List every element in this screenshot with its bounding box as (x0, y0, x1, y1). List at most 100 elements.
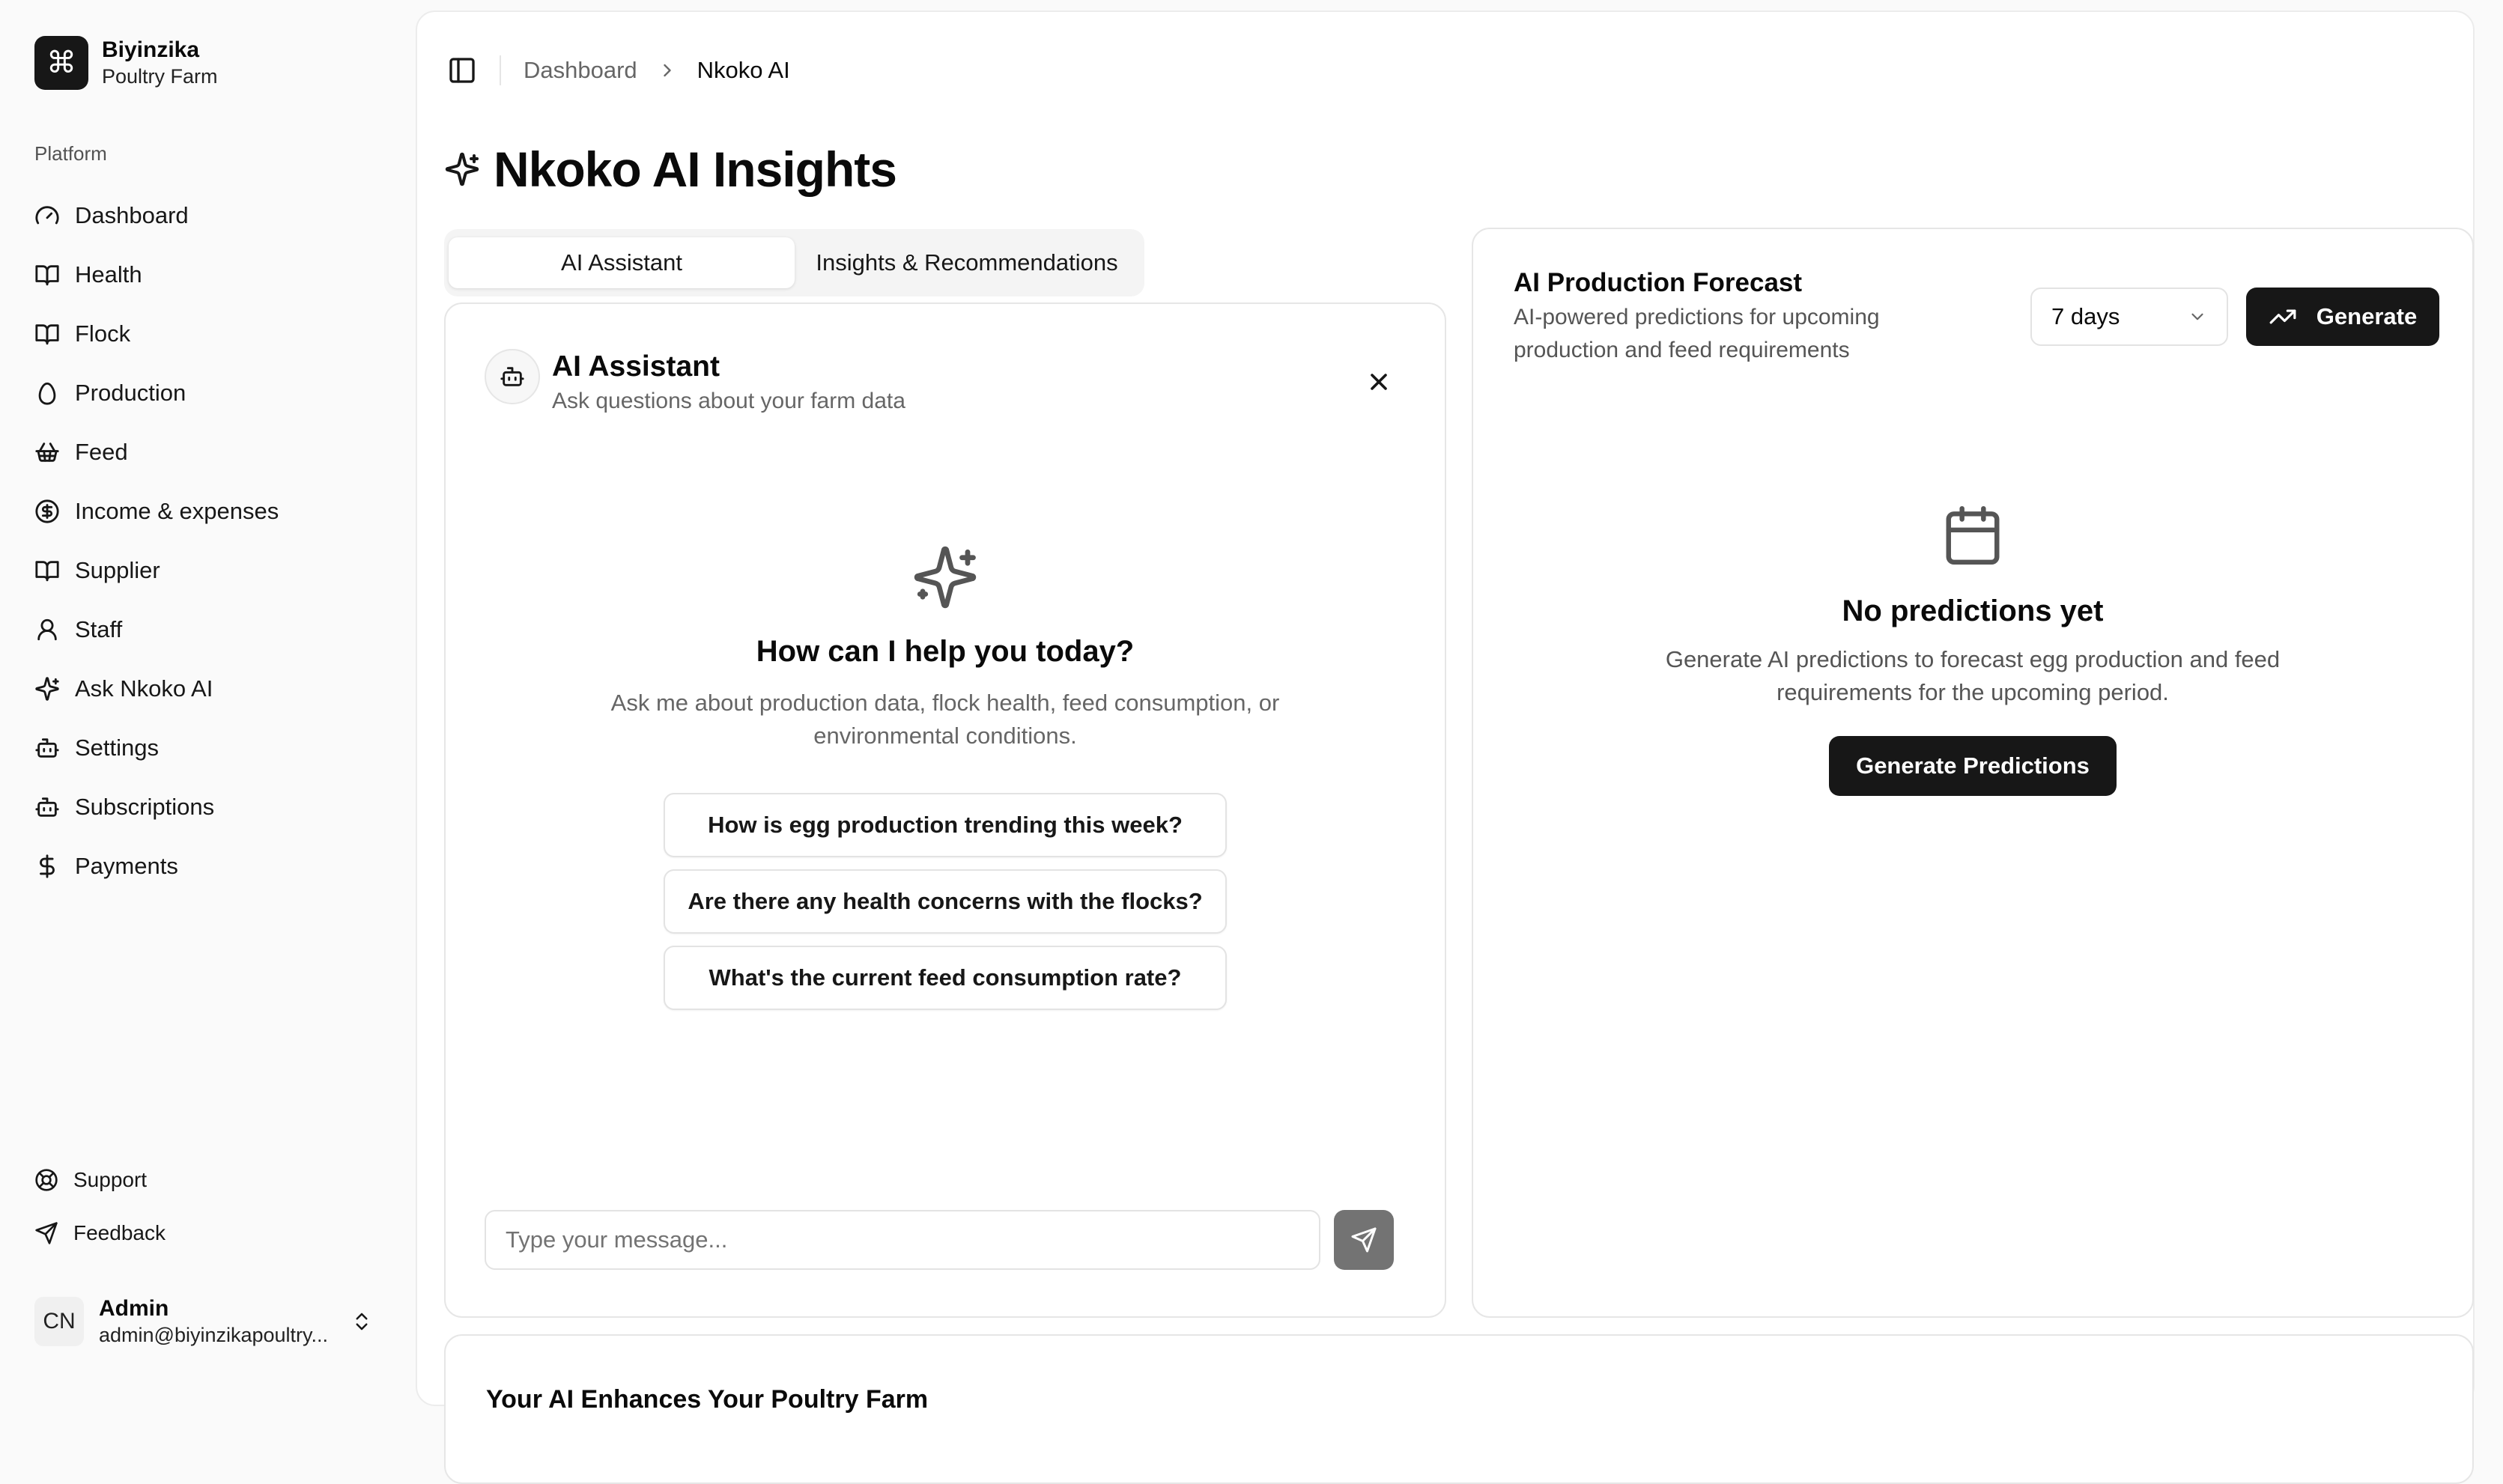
book-open-icon (35, 264, 59, 285)
suggestion-button[interactable]: What's the current feed consumption rate… (664, 946, 1227, 1010)
suggestion-button[interactable]: How is egg production trending this week… (664, 793, 1227, 857)
sidebar: ⌘ Biyinzika Poultry Farm Platform Dashbo… (0, 0, 416, 1382)
bot-icon (500, 367, 524, 386)
sidebar-item-dashboard[interactable]: Dashboard (34, 186, 394, 245)
suggestion-list: How is egg production trending this week… (446, 793, 1445, 1022)
book-open-icon (35, 560, 59, 581)
user-name: Admin (99, 1296, 169, 1321)
sidebar-item-label: Income & expenses (75, 497, 279, 524)
ai-assistant-card: AI Assistant Ask questions about your fa… (444, 302, 1446, 1318)
breadcrumb-current: Nkoko AI (697, 57, 790, 83)
sidebar-item-ask-nkoko-ai[interactable]: Ask Nkoko AI (34, 659, 394, 718)
assistant-title: AI Assistant (552, 350, 720, 383)
command-icon: ⌘ (34, 36, 88, 90)
sidebar-item-production[interactable]: Production (34, 363, 394, 422)
empty-state-description: Ask me about production data, flock heal… (610, 690, 1280, 749)
topbar: Dashboard Nkoko AI (447, 49, 790, 91)
bot-icon (35, 797, 59, 817)
sidebar-footer-nav: Support Feedback (34, 1153, 394, 1259)
main-panel: Dashboard Nkoko AI Nkoko AI Insights AI … (416, 10, 2475, 1484)
breadcrumb-link-dashboard[interactable]: Dashboard (524, 57, 637, 84)
sidebar-nav: Dashboard Health Flock Production Feed I… (34, 186, 394, 895)
tabs-list: AI Assistant Insights & Recommendations (444, 229, 1144, 297)
sidebar-item-support[interactable]: Support (34, 1153, 394, 1206)
no-predictions-title: No predictions yet (1842, 594, 2104, 627)
send-button[interactable] (1334, 1210, 1394, 1270)
assistant-header: AI Assistant Ask questions about your fa… (485, 349, 905, 418)
ai-enhancement-title: Your AI Enhances Your Poultry Farm (486, 1385, 929, 1414)
forecast-range-select[interactable]: 7 days (2030, 288, 2228, 346)
tab-insights-recommendations[interactable]: Insights & Recommendations (795, 237, 1139, 288)
page-title: Nkoko AI Insights (494, 142, 897, 197)
sidebar-item-label: Health (75, 261, 142, 288)
forecast-title: AI Production Forecast (1514, 268, 1803, 297)
trending-up-icon (2269, 309, 2296, 324)
forecast-range-value: 7 days (2051, 303, 2120, 329)
sidebar-group-label: Platform (34, 142, 107, 165)
calendar-icon (1946, 505, 2000, 565)
suggestion-button[interactable]: Are there any health concerns with the f… (664, 869, 1227, 934)
sidebar-item-payments[interactable]: Payments (34, 836, 394, 895)
sidebar-item-income-expenses[interactable]: Income & expenses (34, 481, 394, 541)
book-open-icon (35, 323, 59, 344)
sidebar-item-label: Feed (75, 438, 128, 465)
page-header: Nkoko AI Insights (444, 141, 897, 198)
forecast-subtitle: AI-powered predictions for upcoming prod… (1514, 305, 1880, 362)
bot-icon (35, 738, 59, 758)
user-icon (37, 618, 57, 640)
sidebar-item-subscriptions[interactable]: Subscriptions (34, 777, 394, 836)
sidebar-item-label: Payments (75, 852, 178, 879)
avatar: CN (34, 1297, 84, 1346)
chevron-right-icon (663, 64, 671, 77)
message-input[interactable] (485, 1210, 1320, 1270)
sidebar-item-staff[interactable]: Staff (34, 600, 394, 659)
user-menu[interactable]: CN Admin admin@biyinzikapoultry... (34, 1295, 386, 1348)
sidebar-toggle-icon[interactable] (447, 55, 477, 85)
sparkles-icon (35, 676, 59, 701)
sidebar-item-label: Production (75, 379, 186, 406)
brand-switcher[interactable]: ⌘ Biyinzika Poultry Farm (34, 36, 218, 90)
assistant-subtitle: Ask questions about your farm data (552, 389, 905, 413)
sidebar-item-supplier[interactable]: Supplier (34, 541, 394, 600)
sidebar-item-health[interactable]: Health (34, 245, 394, 304)
sidebar-item-label: Feedback (73, 1220, 166, 1244)
bot-avatar (485, 349, 540, 404)
dollar-icon (40, 854, 55, 878)
forecast-empty-state: No predictions yet Generate AI predictio… (1473, 503, 2472, 796)
production-forecast-card: AI Production Forecast AI-powered predic… (1472, 228, 2474, 1318)
sparkles-icon (445, 152, 479, 186)
ai-enhancement-card: Your AI Enhances Your Poultry Farm (444, 1334, 2474, 1484)
sidebar-item-label: Flock (75, 320, 131, 347)
dollar-circle-icon (35, 499, 59, 523)
chevrons-up-down-icon (356, 1313, 368, 1331)
sidebar-item-feed[interactable]: Feed (34, 422, 394, 481)
sidebar-item-label: Dashboard (75, 201, 189, 228)
gauge-icon (35, 205, 59, 224)
sparkles-icon (914, 546, 977, 609)
divider (500, 55, 501, 85)
sidebar-item-label: Ask Nkoko AI (75, 675, 213, 702)
empty-state-title: How can I help you today? (756, 635, 1135, 668)
assistant-empty-state: How can I help you today? Ask me about p… (446, 544, 1445, 1022)
sidebar-item-settings[interactable]: Settings (34, 718, 394, 777)
sidebar-item-label: Supplier (75, 556, 160, 583)
brand-subtitle: Poultry Farm (102, 65, 218, 88)
generate-button[interactable]: Generate (2246, 288, 2439, 346)
life-buoy-icon (35, 1168, 58, 1191)
generate-button-label: Generate (2316, 303, 2418, 329)
generate-predictions-button[interactable]: Generate Predictions (1829, 736, 2117, 796)
send-icon (1351, 1227, 1377, 1253)
sidebar-item-label: Subscriptions (75, 793, 215, 820)
egg-icon (38, 382, 56, 405)
sidebar-item-feedback[interactable]: Feedback (34, 1206, 394, 1259)
no-predictions-description: Generate AI predictions to forecast egg … (1665, 646, 2281, 705)
close-icon[interactable] (1365, 368, 1392, 395)
tab-ai-assistant[interactable]: AI Assistant (449, 237, 795, 288)
sidebar-item-label: Support (73, 1167, 148, 1191)
sidebar-item-label: Settings (75, 734, 160, 761)
brand-name: Biyinzika (102, 37, 200, 62)
basket-icon (35, 442, 59, 462)
send-icon (35, 1221, 58, 1244)
sidebar-item-flock[interactable]: Flock (34, 304, 394, 363)
chevron-down-icon (2191, 313, 2203, 320)
